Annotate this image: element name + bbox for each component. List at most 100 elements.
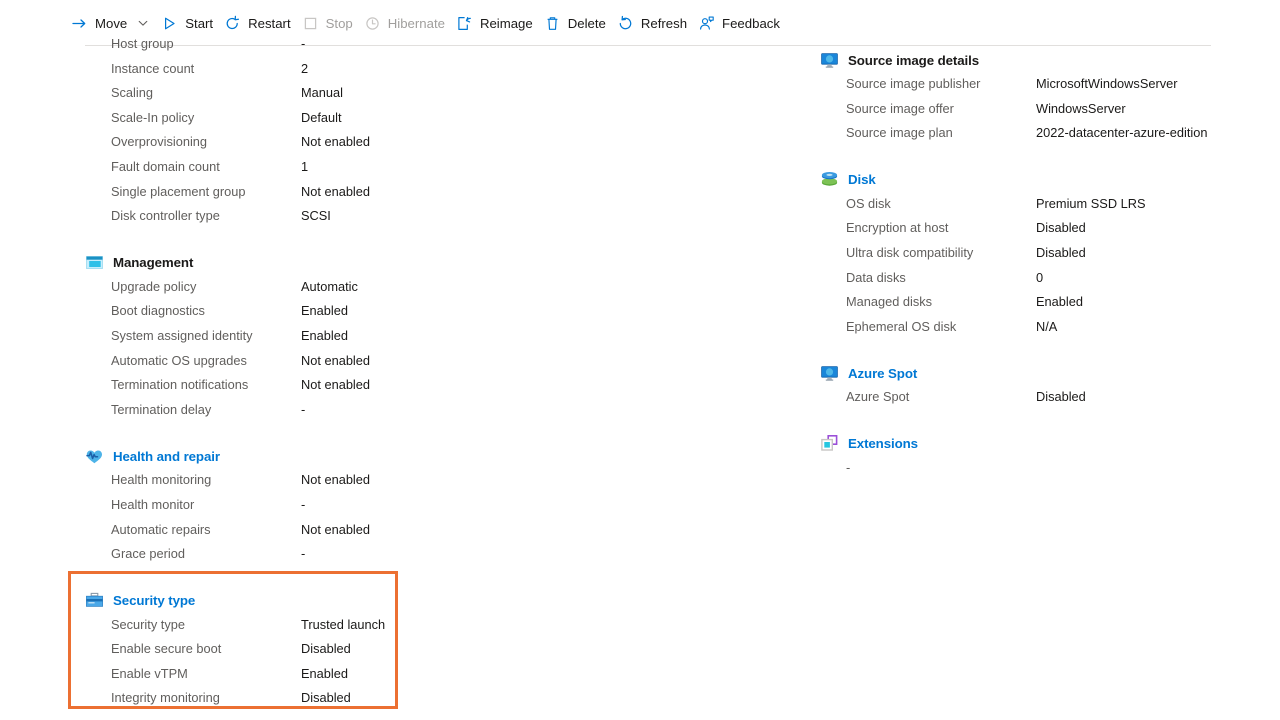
detail-row: Encryption at host Disabled (820, 220, 1240, 245)
restart-icon (224, 15, 241, 32)
detail-value: Disabled (1036, 220, 1086, 236)
move-arrow-icon (71, 15, 88, 32)
detail-key: Automatic repairs (111, 521, 211, 537)
detail-row: Instance count 2 (85, 61, 485, 86)
play-icon (161, 15, 178, 32)
group-disk: Disk OS disk Premium SSD LRS Encryption … (820, 168, 1240, 344)
detail-key: Security type (111, 616, 185, 632)
detail-key: Integrity monitoring (111, 690, 220, 706)
detail-key: Source image offer (846, 100, 954, 116)
detail-key: Encryption at host (846, 220, 949, 236)
group-header-management: Management (85, 251, 485, 275)
detail-value: Not enabled (301, 134, 371, 150)
detail-key: Data disks (846, 269, 906, 285)
toolbar-button-move[interactable]: Move (68, 8, 158, 38)
detail-value: Not enabled (301, 377, 371, 393)
left-details-column: Host group - Instance count 2 Scaling Ma… (85, 36, 485, 715)
detail-key: Ultra disk compatibility (846, 244, 974, 260)
detail-key: Upgrade policy (111, 278, 197, 294)
group-title: Source image details (848, 52, 980, 68)
detail-value: Enabled (1036, 294, 1083, 310)
reimage-icon (456, 15, 473, 32)
detail-row: Termination notifications Not enabled (85, 377, 485, 402)
detail-value: N/A (1036, 318, 1058, 334)
group-header-source-image-details: Source image details (820, 48, 1240, 72)
detail-row: Scaling Manual (85, 85, 485, 110)
group-header-security-type[interactable]: Security type (85, 589, 485, 613)
group-header-disk[interactable]: Disk (820, 168, 1240, 192)
group-title: Security type (113, 593, 196, 609)
toolbar-label-stop: Stop (325, 15, 353, 31)
extensions-squares-icon (820, 434, 839, 453)
chevron-down-icon[interactable] (136, 16, 150, 30)
detail-value: Trusted launch (301, 616, 386, 632)
detail-key: System assigned identity (111, 327, 253, 343)
detail-value: Manual (301, 85, 343, 101)
group-management: Management Upgrade policy Automatic Boot… (85, 251, 485, 427)
toolbar-button-delete[interactable]: Delete (541, 8, 614, 38)
toolbar-button-refresh[interactable]: Refresh (614, 8, 695, 38)
toolbar-label-delete: Delete (567, 15, 606, 31)
detail-row: Enable secure boot Disabled (85, 641, 485, 666)
group-header-health-and-repair[interactable]: Health and repair (85, 444, 485, 468)
detail-row: Automatic OS upgrades Not enabled (85, 353, 485, 378)
toolbar-button-hibernate: Hibernate (361, 8, 453, 38)
detail-value: Default (301, 109, 342, 125)
detail-key: Health monitor (111, 496, 195, 512)
detail-row: System assigned identity Enabled (85, 328, 485, 353)
detail-row: Single placement group Not enabled (85, 184, 485, 209)
group-header-extensions[interactable]: Extensions (820, 432, 1240, 456)
detail-value: Not enabled (301, 472, 371, 488)
clock-icon (364, 15, 381, 32)
monitor-icon (820, 51, 839, 70)
toolbar-label-feedback: Feedback (722, 15, 780, 31)
group-security-type: Security type Security type Trusted laun… (85, 589, 485, 715)
toolbox-security-icon (85, 591, 104, 610)
detail-row: Termination delay - (85, 402, 485, 427)
detail-value: Not enabled (301, 521, 371, 537)
toolbar-label-reimage: Reimage (479, 15, 533, 31)
detail-value: Disabled (1036, 389, 1086, 405)
detail-value: - (301, 36, 306, 51)
detail-key: OS disk (846, 195, 891, 211)
detail-key: Instance count (111, 60, 195, 76)
detail-value: WindowsServer (1036, 100, 1126, 116)
detail-row: Source image offer WindowsServer (820, 101, 1240, 126)
detail-key: Termination delay (111, 401, 212, 417)
group-header-azure-spot[interactable]: Azure Spot (820, 361, 1240, 385)
detail-row: Azure Spot Disabled (820, 389, 1240, 414)
group-title: Health and repair (113, 448, 220, 464)
detail-value: Automatic (301, 278, 358, 294)
group-continued-rows: Host group - Instance count 2 Scaling Ma… (85, 36, 485, 233)
detail-row: Enable vTPM Enabled (85, 666, 485, 691)
detail-row: Boot diagnostics Enabled (85, 303, 485, 328)
group-extensions: Extensions - (820, 432, 1240, 485)
detail-value: 0 (1036, 269, 1044, 285)
group-title: Extensions (848, 436, 918, 452)
toolbar-label-hibernate: Hibernate (387, 15, 445, 31)
detail-value: Enabled (301, 303, 348, 319)
toolbar-button-start[interactable]: Start (158, 8, 221, 38)
detail-key: Grace period (111, 546, 185, 562)
toolbar-button-feedback[interactable]: Feedback (695, 8, 788, 38)
detail-value: Not enabled (301, 183, 371, 199)
detail-row: Managed disks Enabled (820, 294, 1240, 319)
detail-row: Disk controller type SCSI (85, 208, 485, 233)
detail-value: Disabled (301, 641, 351, 657)
detail-key: Scaling (111, 85, 153, 101)
detail-row: OS disk Premium SSD LRS (820, 196, 1240, 221)
detail-value: Premium SSD LRS (1036, 195, 1146, 211)
detail-row: Ephemeral OS disk N/A (820, 319, 1240, 344)
toolbar-button-reimage[interactable]: Reimage (453, 8, 541, 38)
toolbar-button-restart[interactable]: Restart (221, 8, 299, 38)
detail-row: Host group - (85, 36, 485, 61)
monitor-icon (820, 364, 839, 383)
group-source-image-details: Source image details Source image publis… (820, 48, 1240, 150)
detail-row: Health monitoring Not enabled (85, 472, 485, 497)
detail-row: Upgrade policy Automatic (85, 279, 485, 304)
